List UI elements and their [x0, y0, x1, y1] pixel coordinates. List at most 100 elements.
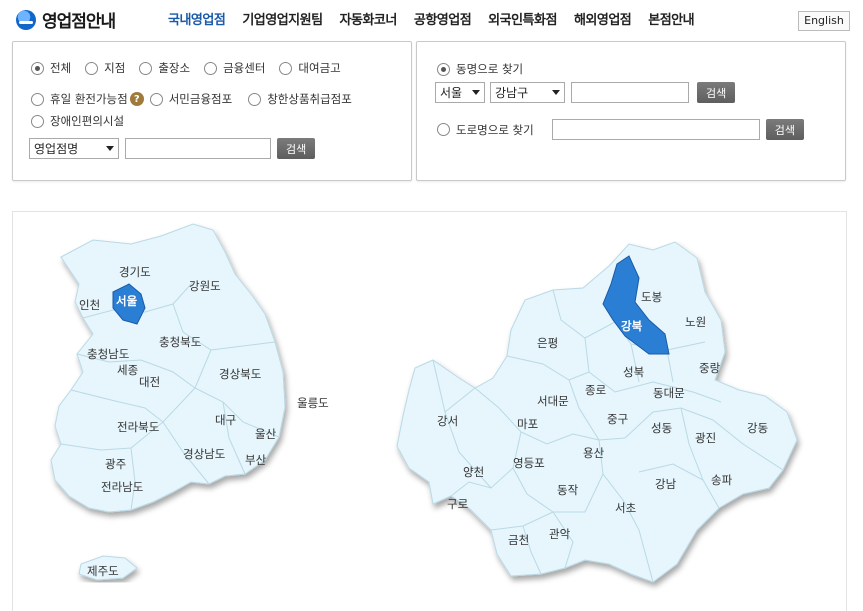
- branch-name-input[interactable]: [125, 138, 271, 159]
- district-yongsan[interactable]: 용산: [583, 446, 605, 460]
- region-sejong[interactable]: 세종: [117, 363, 138, 377]
- dong-input[interactable]: [571, 82, 689, 103]
- region-incheon[interactable]: 인천: [79, 298, 100, 312]
- district-select[interactable]: 강남구: [490, 82, 565, 103]
- logo[interactable]: 영업점안내: [16, 7, 116, 32]
- region-gyeongnam[interactable]: 경상남도: [183, 447, 225, 461]
- district-jongno[interactable]: 종로: [585, 383, 606, 397]
- region-gwangju[interactable]: 광주: [105, 457, 126, 471]
- district-select-value: 강남구: [495, 86, 529, 100]
- radio-startup-products-dot: [248, 92, 262, 106]
- radio-financial-center-dot: [204, 61, 218, 75]
- nav-atm-corner[interactable]: 자동화코너: [340, 9, 398, 28]
- region-chungbuk[interactable]: 충청북도: [159, 335, 201, 349]
- radio-road-search[interactable]: 도로명으로 찾기: [437, 122, 534, 138]
- search-field-select-value: 영업점명: [34, 142, 79, 156]
- district-seocho[interactable]: 서초: [615, 501, 636, 515]
- region-gangwon[interactable]: 강원도: [189, 279, 221, 293]
- chevron-down-icon: [106, 146, 114, 151]
- district-mapo[interactable]: 마포: [517, 417, 538, 431]
- radio-road-search-dot: [437, 123, 450, 136]
- radio-holiday-exchange-label: 휴일 환전가능점: [50, 92, 128, 106]
- region-daegu[interactable]: 대구: [215, 413, 236, 427]
- location-search-panel: 동명으로 찾기 서울 강남구 검색 도로명으로 찾기 검색: [416, 41, 846, 181]
- radio-safe-deposit[interactable]: 대여금고: [279, 60, 341, 76]
- radio-financial-center[interactable]: 금융센터: [204, 60, 265, 76]
- district-gangbuk[interactable]: 강북: [621, 319, 643, 333]
- help-icon[interactable]: ?: [129, 92, 144, 106]
- region-jeonbuk[interactable]: 전라북도: [117, 420, 159, 434]
- korea-map: 경기도 인천 서울 강원도 충청북도 충청남도 세종 대전 경상북도 울릉도 전…: [50, 223, 329, 581]
- radio-holiday-exchange[interactable]: 휴일 환전가능점: [31, 91, 128, 107]
- english-button[interactable]: English: [798, 11, 850, 31]
- district-songpa[interactable]: 송파: [711, 473, 733, 487]
- radio-branch[interactable]: 지점: [85, 60, 125, 76]
- region-gyeongbuk[interactable]: 경상북도: [219, 367, 261, 381]
- district-yeongdeungpo[interactable]: 영등포: [513, 456, 545, 470]
- search-field-select[interactable]: 영업점명: [29, 138, 119, 159]
- radio-safe-deposit-label: 대여금고: [298, 61, 341, 75]
- nav-airport-branches[interactable]: 공항영업점: [414, 9, 472, 28]
- district-gangnam[interactable]: 강남: [655, 477, 677, 491]
- radio-branch-label: 지점: [104, 61, 126, 75]
- district-yangcheon[interactable]: 양천: [463, 465, 484, 479]
- radio-road-search-label: 도로명으로 찾기: [456, 122, 534, 137]
- region-gyeonggi[interactable]: 경기도: [119, 265, 151, 279]
- logo-text: 영업점안내: [42, 12, 116, 32]
- dong-search-button[interactable]: 검색: [697, 82, 736, 103]
- name-search-button[interactable]: 검색: [277, 138, 316, 159]
- district-gwangjin[interactable]: 광진: [695, 431, 716, 445]
- radio-all[interactable]: 전체: [31, 60, 71, 76]
- radio-accessibility[interactable]: 장애인편의시설: [31, 113, 124, 129]
- district-seongbuk[interactable]: 성북: [623, 365, 644, 379]
- district-seodaemun[interactable]: 서대문: [537, 394, 569, 408]
- nav-head-office[interactable]: 본점안내: [648, 9, 694, 28]
- district-jungnang[interactable]: 중랑: [699, 361, 721, 375]
- district-gangdong[interactable]: 강동: [747, 421, 768, 435]
- road-name-input[interactable]: [551, 119, 760, 140]
- district-jung[interactable]: 중구: [607, 412, 628, 426]
- type-options-row-3: 장애인편의시설: [31, 113, 138, 129]
- city-select-value: 서울: [440, 86, 463, 100]
- radio-safe-deposit-dot: [279, 61, 293, 75]
- radio-dong-search[interactable]: 동명으로 찾기: [437, 61, 523, 77]
- district-seongdong[interactable]: 성동: [651, 421, 672, 435]
- region-jeonnam[interactable]: 전라남도: [101, 480, 143, 494]
- nav-overseas-branches[interactable]: 해외영업점: [574, 9, 632, 28]
- seoul-outline-shape: [396, 241, 798, 583]
- header: 영업점안내 국내영업점 기업영업지원팀 자동화코너 공항영업점 외국인특화점 해…: [0, 0, 863, 38]
- type-options-row-2: 휴일 환전가능점 ? 서민금융점포 창한상품취급점포: [31, 91, 366, 107]
- district-gwanak[interactable]: 관악: [549, 527, 571, 541]
- district-nowon[interactable]: 노원: [685, 315, 706, 329]
- district-dobong[interactable]: 도봉: [641, 290, 662, 304]
- radio-holiday-exchange-dot: [31, 92, 44, 106]
- district-eunpyeong[interactable]: 은평: [537, 336, 558, 350]
- radio-financial-center-label: 금융센터: [223, 61, 266, 75]
- radio-branch-dot: [85, 61, 99, 75]
- radio-accessibility-label: 장애인편의시설: [50, 114, 125, 128]
- region-ulleungdo[interactable]: 울릉도: [297, 396, 329, 410]
- bank-logo-icon: [16, 9, 36, 30]
- district-guro[interactable]: 구로: [447, 497, 468, 511]
- region-chungnam[interactable]: 충청남도: [87, 347, 129, 361]
- road-search-button[interactable]: 검색: [765, 119, 804, 140]
- district-gangseo[interactable]: 강서: [437, 414, 458, 428]
- region-daejeon[interactable]: 대전: [139, 375, 160, 389]
- city-select[interactable]: 서울: [435, 82, 485, 103]
- district-geumcheon[interactable]: 금천: [508, 533, 529, 547]
- nav-domestic-branches[interactable]: 국내영업점: [168, 9, 226, 28]
- district-dongjak[interactable]: 동작: [557, 483, 579, 497]
- branch-type-search-panel: 전체 지점 출장소 금융센터 대여금고 휴일 환전가능점 ? 서민금융점포 창한…: [12, 41, 412, 181]
- radio-sub-branch[interactable]: 출장소: [139, 60, 190, 76]
- main-nav: 국내영업점 기업영업지원팀 자동화코너 공항영업점 외국인특화점 해외영업점 본…: [168, 9, 695, 28]
- nav-foreigner-branches[interactable]: 외국인특화점: [488, 9, 557, 28]
- district-dongdaemun[interactable]: 동대문: [653, 386, 685, 400]
- region-jeju[interactable]: 제주도: [87, 564, 119, 578]
- nav-corporate-support[interactable]: 기업영업지원팀: [242, 9, 323, 28]
- radio-startup-products[interactable]: 창한상품취급점포: [248, 91, 352, 107]
- region-ulsan[interactable]: 울산: [255, 427, 277, 441]
- region-seoul[interactable]: 서울: [116, 294, 138, 308]
- region-busan[interactable]: 부산: [245, 453, 267, 467]
- radio-all-dot: [31, 61, 44, 75]
- radio-microfinance[interactable]: 서민금융점포: [149, 91, 232, 107]
